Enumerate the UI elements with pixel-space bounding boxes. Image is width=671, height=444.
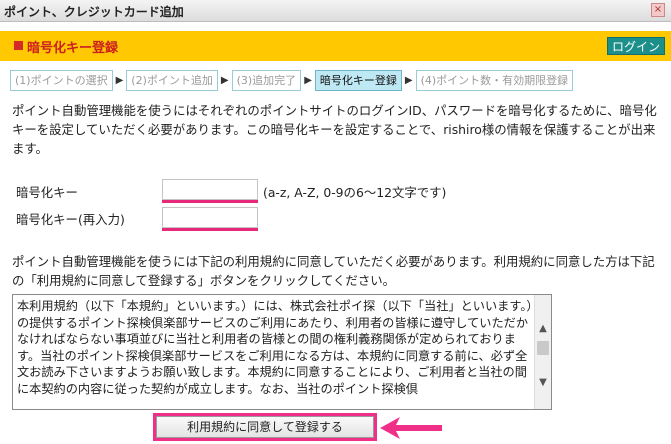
required-underline [162,200,258,203]
terms-scrollbar[interactable]: ▲ ▼ [534,295,551,409]
step-arrow-icon: ▶ [404,74,413,86]
agree-button-highlight: 利用規約に同意して登録する [153,413,377,441]
terms-instruction-text: ポイント自動管理機能を使うには下記の利用規約に同意していただく必要があります。利… [12,254,655,288]
pointer-arrow-icon [380,417,442,439]
encryption-key-hint: (a-z, A-Z, 0-9の6～12文字です) [263,185,447,200]
step-arrow-icon: ▶ [220,74,229,86]
scroll-down-icon[interactable]: ▼ [535,375,551,391]
section-header: 暗号化キー登録 ログイン [0,31,671,61]
agree-and-register-button[interactable]: 利用規約に同意して登録する [156,416,374,438]
step-arrow-icon: ▶ [304,74,312,86]
encryption-key-input[interactable] [162,179,258,200]
step-breadcrumb: (1)ポイントの選択 ▶ (2)ポイント追加 ▶ (3)追加完了 ▶ 暗号化キー… [10,69,574,91]
encryption-key-confirm-input[interactable] [162,207,258,228]
required-underline [162,228,258,231]
step-arrow-icon: ▶ [115,74,124,86]
terms-text: 本利用規約（以下「本規約」といいます。）には、株式会社ポイ探（以下「当社」といい… [17,299,533,396]
step-select-point: (1)ポイントの選択 [10,69,113,91]
step-points-expiry: (4)ポイント数・有効期限登録 [415,69,574,91]
step-encryption-key: 暗号化キー登録 [314,69,402,91]
window-titlebar: ポイント、クレジットカード追加 × [0,0,671,22]
step-add-complete: (3)追加完了 [231,69,302,91]
terms-textarea[interactable]: 本利用規約（以下「本規約」といいます。）には、株式会社ポイ探（以下「当社」といい… [12,294,552,410]
encryption-key-confirm-label: 暗号化キー(再入力) [16,212,125,227]
section-title: 暗号化キー登録 [27,41,119,56]
close-icon[interactable]: × [651,3,665,17]
scroll-thumb[interactable] [537,341,549,355]
bullet-square-icon [14,41,23,50]
login-button[interactable]: ログイン [606,37,665,55]
intro-text: ポイント自動管理機能を使うにはそれぞれのポイントサイトのログインID、パスワード… [12,103,657,156]
window-title: ポイント、クレジットカード追加 [4,5,184,19]
scroll-up-icon[interactable]: ▲ [535,321,551,337]
encryption-key-label: 暗号化キー [16,185,78,200]
step-add-point: (2)ポイント追加 [126,69,218,91]
